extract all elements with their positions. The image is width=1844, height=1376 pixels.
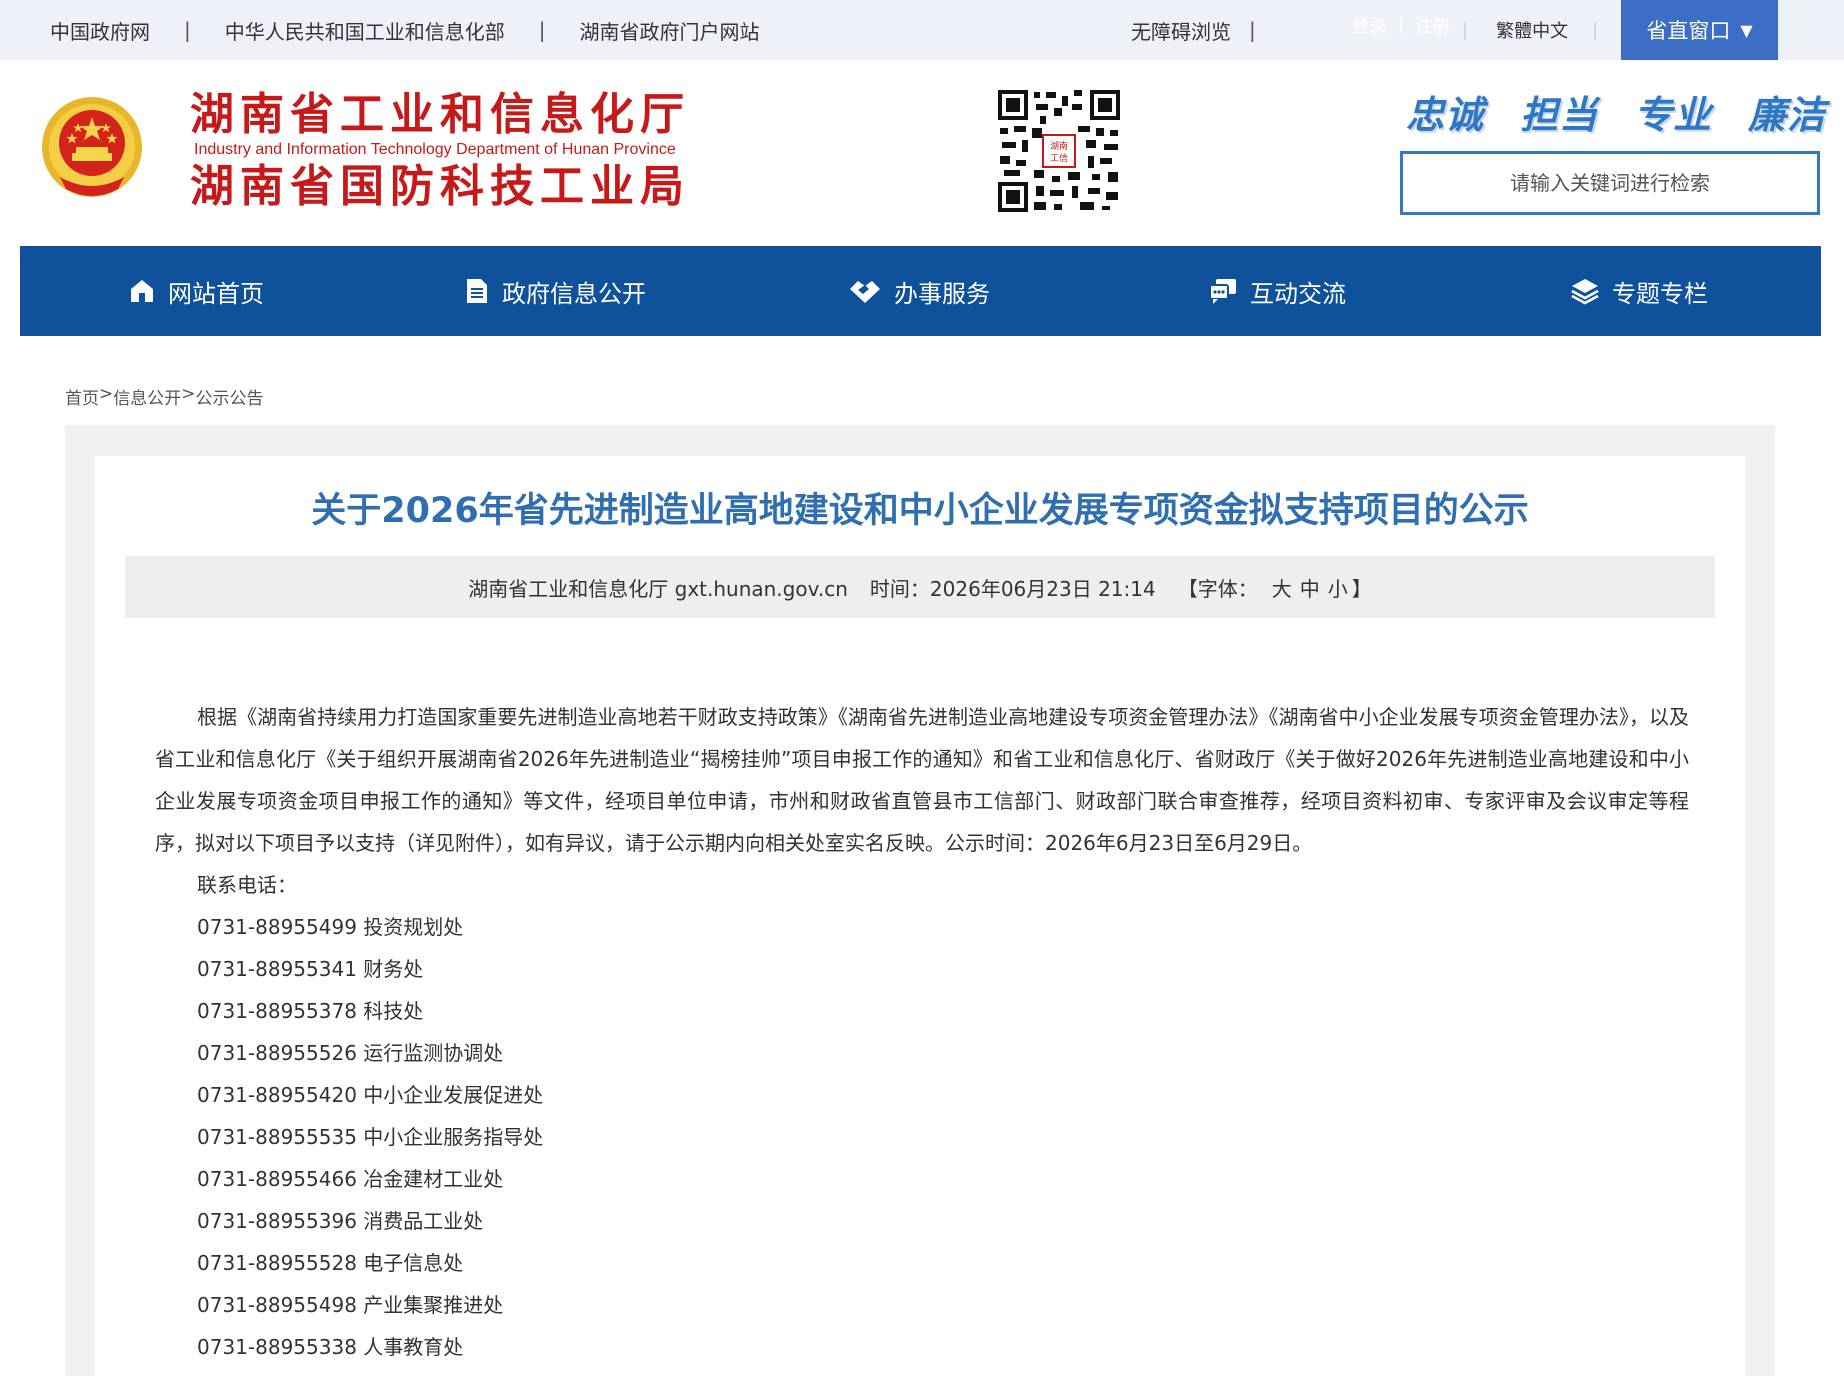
contact-item: 0731-88955526 运行监测协调处	[197, 1041, 504, 1065]
traditional-chinese-link[interactable]: 繁體中文	[1496, 17, 1568, 43]
contact-item: 0731-88955535 中小企业服务指导处	[197, 1125, 544, 1149]
nav-item-label: 办事服务	[894, 279, 990, 308]
contact-item: 0731-88955466 冶金建材工业处	[197, 1167, 504, 1191]
slogan-responsibility: 担当	[1519, 93, 1598, 137]
nav-item-gov-info[interactable]: 政府信息公开	[464, 246, 646, 336]
breadcrumb-separator: >	[181, 384, 196, 404]
site-title-english: Industry and Information Technology Depa…	[194, 141, 676, 158]
article-body: 根据《湖南省持续用力打造国家重要先进制造业高地若干财政支持政策》《湖南省先进制造…	[155, 696, 1689, 1368]
top-bar: 中国政府网 | 中华人民共和国工业和信息化部 | 湖南省政府门户网站 无障碍浏览…	[0, 0, 1844, 60]
nav-item-interaction[interactable]: 互动交流	[1208, 246, 1346, 336]
site-title-line2: 湖南省国防科技工业局	[190, 161, 690, 212]
chat-icon	[1209, 279, 1236, 304]
link-gov-cn[interactable]: 中国政府网	[50, 16, 150, 45]
traditional-group: | 繁體中文 |	[1462, 0, 1598, 60]
provincial-window-label: 省直窗口	[1646, 19, 1731, 43]
triangle-down-icon: ▼	[1740, 20, 1753, 40]
nav-item-label: 政府信息公开	[502, 279, 646, 308]
login-group: 登录 | 注册	[1352, 12, 1450, 38]
font-size-medium-button[interactable]: 中	[1300, 573, 1320, 602]
font-size-label: 【字体：	[1177, 576, 1258, 601]
register-link[interactable]: 注册	[1416, 12, 1450, 37]
contact-item: 0731-88955378 科技处	[197, 999, 424, 1023]
accessibility-group: 无障碍浏览 |	[1131, 0, 1272, 60]
contact-item: 0731-88955528 电子信息处	[197, 1251, 464, 1275]
breadcrumb-home[interactable]: 首页	[65, 384, 99, 409]
divider: |	[1249, 18, 1256, 42]
accessibility-link[interactable]: 无障碍浏览	[1131, 16, 1231, 45]
font-size-close: 】	[1351, 576, 1372, 601]
site-title-line1: 湖南省工业和信息化厅	[190, 89, 690, 140]
breadcrumb: 首页 > 信息公开 > 公示公告	[65, 384, 264, 409]
qr-code-icon: 湖南 工信	[996, 88, 1122, 214]
nav-item-topics[interactable]: 专题专栏	[1570, 246, 1708, 336]
contact-label: 联系电话：	[197, 873, 297, 897]
login-link[interactable]: 登录	[1352, 12, 1386, 37]
nav-item-label: 专题专栏	[1612, 279, 1708, 308]
article-meta: 湖南省工业和信息化厅 gxt.hunan.gov.cn 时间：2026年06月2…	[125, 556, 1715, 618]
divider: |	[1462, 19, 1469, 41]
handshake-icon	[850, 281, 880, 303]
article-source: 湖南省工业和信息化厅 gxt.hunan.gov.cn	[468, 576, 848, 601]
link-hunan-gov[interactable]: 湖南省政府门户网站	[580, 16, 760, 45]
document-icon	[467, 279, 487, 303]
breadcrumb-separator: >	[99, 384, 114, 404]
layers-icon	[1571, 279, 1599, 305]
contact-item: 0731-88955341 财务处	[197, 957, 424, 981]
slogan-integrity: 廉洁	[1747, 93, 1826, 137]
search-box	[1400, 151, 1820, 215]
nav-item-services[interactable]: 办事服务	[848, 246, 990, 336]
divider: |	[1398, 14, 1404, 35]
search-input[interactable]	[1403, 154, 1817, 212]
nav-item-home[interactable]: 网站首页	[128, 246, 264, 336]
nav-item-label: 网站首页	[168, 279, 264, 308]
slogan: 忠诚 担当 专业 廉洁	[1406, 84, 1826, 139]
divider: |	[538, 18, 546, 42]
breadcrumb-info[interactable]: 信息公开	[113, 384, 181, 409]
divider: |	[1592, 19, 1599, 41]
article-title: 关于2026年省先进制造业高地建设和中小企业发展专项资金拟支持项目的公示	[311, 491, 1529, 531]
contact-item: 0731-88955338 人事教育处	[197, 1335, 464, 1359]
link-miit[interactable]: 中华人民共和国工业和信息化部	[225, 16, 505, 45]
divider: |	[184, 18, 191, 42]
breadcrumb-notices[interactable]: 公示公告	[196, 384, 264, 409]
svg-text:湖南: 湖南	[1050, 140, 1068, 152]
contact-item: 0731-88955420 中小企业发展促进处	[197, 1083, 544, 1107]
nav-item-label: 互动交流	[1250, 279, 1346, 308]
site-title: 湖南省工业和信息化厅 Industry and Information Tech…	[190, 88, 730, 214]
article-time: 时间：2026年06月23日 21:14	[869, 576, 1156, 601]
provincial-window-button[interactable]: 省直窗口 ▼	[1621, 0, 1778, 60]
font-size-small-button[interactable]: 小	[1328, 573, 1348, 602]
main-nav: 网站首页 政府信息公开 办事服务 互动交流 专题专栏	[20, 246, 1821, 336]
slogan-loyalty: 忠诚	[1406, 93, 1485, 137]
national-emblem-icon	[42, 97, 142, 197]
slogan-professional: 专业	[1633, 93, 1712, 137]
font-size-large-button[interactable]: 大	[1272, 573, 1292, 602]
top-links: 中国政府网 | 中华人民共和国工业和信息化部 | 湖南省政府门户网站	[50, 0, 760, 60]
svg-text:工信: 工信	[1050, 152, 1068, 164]
contact-item: 0731-88955499 投资规划处	[197, 915, 464, 939]
home-icon	[131, 280, 153, 302]
article-paragraph: 根据《湖南省持续用力打造国家重要先进制造业高地若干财政支持政策》《湖南省先进制造…	[155, 705, 1689, 855]
contact-item: 0731-88955498 产业集聚推进处	[197, 1293, 504, 1317]
contact-item: 0731-88955396 消费品工业处	[197, 1209, 484, 1233]
